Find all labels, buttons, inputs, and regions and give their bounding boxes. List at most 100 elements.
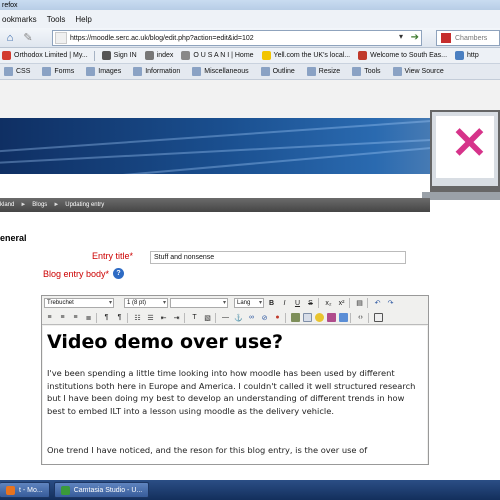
font-family-select[interactable]: Trebuchet [44,298,114,308]
section-heading: eneral [0,233,27,243]
fullscreen-icon[interactable] [374,313,383,322]
bookmark-favicon-icon [358,51,368,60]
clean-html-icon[interactable]: ▤ [354,298,365,308]
css-icon [4,67,13,76]
toolbar-separator [96,312,97,323]
devtool-forms[interactable]: Forms [38,67,74,76]
search-engine-icon[interactable] [441,33,451,43]
bookmark-item[interactable]: Sign IN [100,51,137,60]
window-title: refox [2,1,18,9]
bookmark-star-icon[interactable]: ✎ [20,30,36,46]
post-paragraph[interactable]: I've been spending a little time looking… [47,367,422,417]
numbered-list-icon[interactable]: ☷ [132,313,143,323]
laptop-screen: ✕ [436,116,494,178]
taskbar-item[interactable]: t - Mo... [0,482,50,498]
bookmark-favicon-icon [101,51,111,60]
rtl-icon[interactable]: ¶ [114,313,125,323]
menu-help[interactable]: Help [75,15,91,24]
outdent-icon[interactable]: ⇤ [158,313,169,323]
horizontal-rule-icon[interactable]: — [220,313,231,323]
editor-content-area[interactable]: Video demo over use? I've been spending … [43,326,427,464]
entry-title-value[interactable]: Stuff and nonsense [154,254,214,261]
laptop-base [422,192,500,200]
devtool-view-source[interactable]: View Source [389,67,444,76]
insert-table-icon[interactable] [303,313,312,322]
post-heading[interactable]: Video demo over use? [47,331,283,353]
search-placeholder[interactable]: Chambers [455,35,487,42]
editor-scrollbar[interactable] [428,326,429,465]
address-bar[interactable]: https://moodle.serc.ac.uk/blog/edit.php?… [52,30,422,46]
address-url[interactable]: https://moodle.serc.ac.uk/blog/edit.php?… [70,35,254,42]
breadcrumb-item[interactable]: Blogs [32,202,47,208]
language-select[interactable]: Lang [234,298,264,308]
bookmark-item[interactable]: Yell.com the UK's local... [260,51,350,60]
editor-toolbar-row-2: ≡ ≡ ≡ ≣ ¶ ¶ ☷ ☰ ⇤ ⇥ T ▧ — ⚓ ∞ ⊘ ● ‹› [42,311,428,325]
superscript-button[interactable]: x² [336,298,347,308]
entry-title-input[interactable]: Stuff and nonsense [150,251,406,264]
breadcrumb-item[interactable]: kland [0,202,14,208]
home-icon[interactable]: ⌂ [2,30,18,46]
toolbar-separator [215,312,216,323]
bookmark-item[interactable]: Orthodox Limited | My... [0,51,88,60]
align-center-icon[interactable]: ≡ [57,313,68,323]
strikethrough-button[interactable]: S [305,298,316,308]
address-dropdown-icon[interactable]: ▾ [399,32,403,41]
anchor-icon[interactable]: ⚓ [233,313,244,323]
bookmark-item[interactable]: O U S A N I | Home [179,51,254,60]
breadcrumb-current: Updating entry [65,202,105,208]
link-icon[interactable]: ∞ [246,313,257,323]
devtool-css[interactable]: CSS [0,67,30,76]
search-box[interactable]: Chambers [436,30,500,46]
insert-image-icon[interactable] [291,313,300,322]
devtool-tools[interactable]: Tools [348,67,381,76]
go-arrow-icon[interactable]: ➔ [411,32,419,43]
bold-button[interactable]: B [266,298,277,308]
text-color-icon[interactable]: T [189,313,200,323]
align-right-icon[interactable]: ≡ [70,313,81,323]
font-size-select[interactable]: 1 (8 pt) [124,298,168,308]
align-left-icon[interactable]: ≡ [44,313,55,323]
background-color-icon[interactable]: ▧ [202,313,213,323]
bullet-list-icon[interactable]: ☰ [145,313,156,323]
devtool-information[interactable]: Information [129,67,180,76]
toolbar-separator [184,312,185,323]
bookmark-item[interactable]: Welcome to South Eas... [356,51,447,60]
tools-icon [352,67,362,76]
menu-tools[interactable]: Tools [47,15,66,24]
camtasia-icon [60,485,70,495]
devtool-images[interactable]: Images [82,67,121,76]
toolbar-separator [127,312,128,323]
toolbar-separator [93,50,95,61]
nolink-icon[interactable]: ● [272,313,283,323]
devtool-outline[interactable]: Outline [257,67,295,76]
align-justify-icon[interactable]: ≣ [83,313,94,323]
underline-button[interactable]: U [292,298,303,308]
taskbar-item[interactable]: Camtasia Studio - U... [53,482,150,498]
bookmark-item[interactable]: index [143,51,173,60]
help-icon[interactable]: ? [113,268,125,279]
insert-smiley-icon[interactable] [315,313,324,322]
ltr-icon[interactable]: ¶ [101,313,112,323]
miscellaneous-icon [192,67,202,76]
redo-icon[interactable]: ↷ [385,298,396,308]
bookmark-item[interactable]: http [453,51,479,60]
bookmarks-toolbar: Orthodox Limited | My... Sign IN index O… [0,48,500,64]
heading-select[interactable] [170,298,228,308]
unlink-icon[interactable]: ⊘ [259,313,270,323]
devtool-resize[interactable]: Resize [303,67,340,76]
page-top-band [0,80,500,118]
undo-icon[interactable]: ↶ [372,298,383,308]
devtool-miscellaneous[interactable]: Miscellaneous [188,67,249,76]
menu-bookmarks[interactable]: ookmarks [2,15,37,24]
site-banner [0,118,500,174]
subscript-button[interactable]: x₂ [323,298,334,308]
rich-text-editor: Trebuchet 1 (8 pt) Lang B I U S x₂ x² ▤ … [41,295,429,465]
indent-icon[interactable]: ⇥ [171,313,182,323]
toolbar-separator [368,312,369,323]
search-replace-icon[interactable] [339,313,348,322]
html-source-icon[interactable]: ‹› [355,313,366,323]
post-paragraph[interactable]: One trend I have noticed, and the reson … [47,444,422,457]
italic-button[interactable]: I [279,298,290,308]
insert-special-char-icon[interactable] [327,313,336,322]
bookmark-favicon-icon [144,51,154,60]
